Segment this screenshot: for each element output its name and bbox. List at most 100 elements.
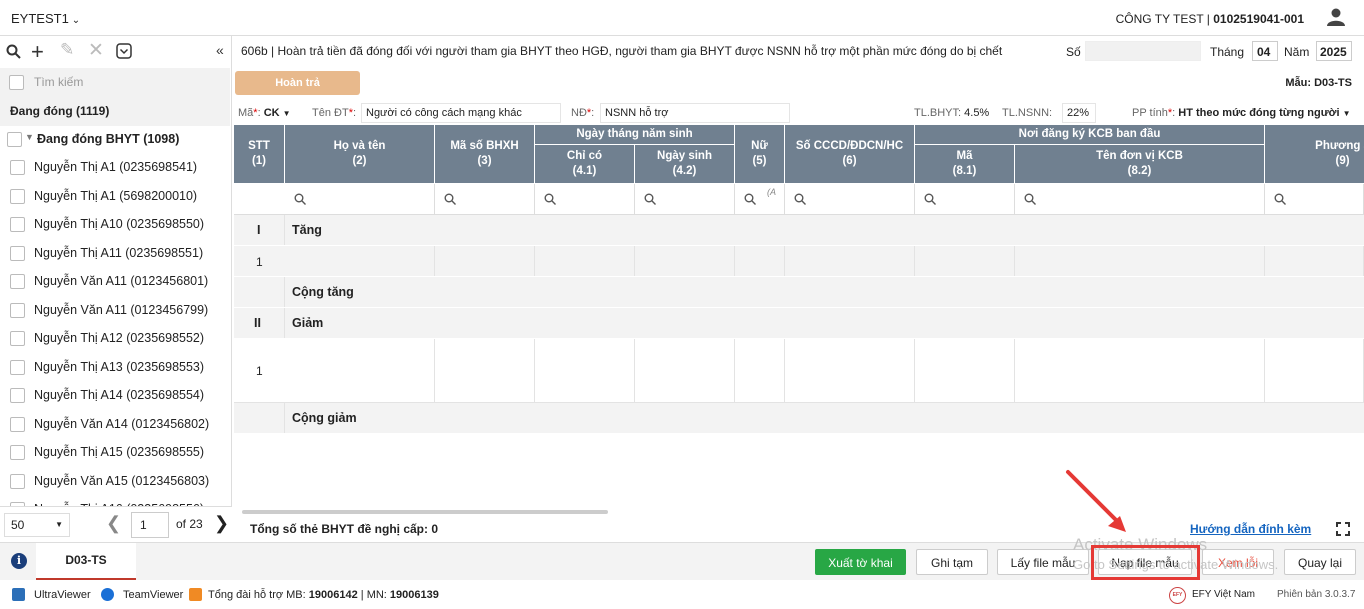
sidebar-item[interactable]: Nguyễn Văn A14 (0123456802) (0, 411, 230, 440)
item-checkbox[interactable] (10, 445, 25, 460)
column-filter-input[interactable] (435, 184, 535, 215)
info-icon[interactable]: i (11, 553, 27, 569)
item-checkbox[interactable] (10, 388, 25, 403)
caret-down-icon[interactable]: ▼ (25, 132, 34, 142)
item-checkbox[interactable] (10, 473, 25, 489)
sidebar-item[interactable]: Nguyễn Văn A11 (0123456799) (0, 297, 230, 326)
sidebar-item[interactable]: Nguyễn Thị A12 (0235698552) (0, 325, 230, 354)
table-cell[interactable] (435, 246, 535, 276)
table-cell[interactable] (435, 339, 535, 402)
item-checkbox[interactable] (10, 274, 25, 289)
item-checkbox[interactable] (10, 217, 25, 232)
sidebar-item[interactable]: Nguyễn Thị A14 (0235698554) (0, 382, 230, 411)
ma-value[interactable]: CK (264, 107, 280, 119)
nd-input[interactable]: NSNN hỗ trợ (600, 103, 790, 123)
account-switcher[interactable]: EYTEST1 ⌄ (11, 11, 80, 26)
nu-filter-select[interactable]: (A (767, 187, 776, 197)
nam-input[interactable]: 2025 (1316, 41, 1352, 61)
caret-down-icon[interactable]: ▼ (1343, 109, 1351, 118)
chevron-left-icon[interactable]: ❮ (106, 513, 121, 534)
sidebar-item[interactable]: Nguyễn Thị A10 (0235698550) (0, 211, 230, 240)
collapse-sidebar-icon[interactable]: « (216, 42, 224, 58)
horizontal-scrollbar[interactable] (242, 510, 608, 514)
ultraviewer-icon[interactable] (12, 588, 25, 601)
chevron-right-icon[interactable]: ❯ (214, 513, 229, 534)
caret-down-icon[interactable]: ▼ (283, 109, 291, 118)
item-checkbox[interactable] (10, 359, 25, 375)
table-cell[interactable] (785, 339, 915, 402)
item-checkbox[interactable] (10, 331, 25, 346)
group-checkbox[interactable] (7, 132, 22, 147)
sidebar-item[interactable]: Nguyễn Thị A13 (0235698553) (0, 354, 230, 383)
table-cell[interactable] (285, 246, 435, 276)
table-cell[interactable] (635, 246, 735, 276)
table-cell[interactable] (535, 339, 635, 402)
tab-d03-ts[interactable]: D03-TS (36, 543, 136, 580)
pptinh-value[interactable]: HT theo mức đóng từng người (1178, 107, 1339, 119)
user-icon[interactable] (1326, 7, 1346, 27)
column-filter-input[interactable] (635, 184, 735, 215)
guide-link[interactable]: Hướng dẫn đính kèm (1190, 522, 1311, 536)
sidebar-item-label: Nguyễn Văn A11 (0123456801) (34, 274, 209, 288)
table-cell[interactable] (1015, 246, 1265, 276)
sidebar-search[interactable]: Tìm kiếm (0, 68, 230, 98)
sidebar-item[interactable]: Nguyễn Thị A11 (0235698551) (0, 240, 230, 269)
column-filter-input[interactable]: (A (735, 184, 785, 215)
thang-input[interactable]: 04 (1252, 41, 1278, 61)
required-mark: * (348, 107, 353, 119)
sidebar-item[interactable]: Nguyễn Thị A16 (0235698556) (0, 496, 230, 506)
search-input[interactable]: Tìm kiếm (34, 75, 83, 89)
table-cell[interactable] (785, 246, 915, 276)
teamviewer-icon[interactable] (101, 588, 114, 601)
sidebar-item[interactable]: Nguyễn Thị A15 (0235698555) (0, 439, 230, 468)
table-cell[interactable] (535, 246, 635, 276)
table-cell[interactable] (1015, 339, 1265, 402)
table-cell[interactable] (1265, 246, 1364, 276)
top-bar: EYTEST1 ⌄ CÔNG TY TEST | 0102519041-001 (0, 0, 1364, 36)
group-header[interactable]: Đang đóng (1119) (0, 98, 230, 126)
item-checkbox[interactable] (10, 188, 25, 204)
so-input[interactable] (1085, 41, 1201, 61)
item-checkbox[interactable] (10, 302, 25, 318)
quay-lai-button[interactable]: Quay lại (1284, 549, 1356, 575)
teamviewer-link[interactable]: TeamViewer (123, 589, 183, 601)
sidebar-item[interactable]: Nguyễn Thị A1 (5698200010) (0, 183, 230, 212)
table-cell[interactable] (735, 246, 785, 276)
tlnsnn-input[interactable]: 22% (1062, 103, 1096, 123)
column-filter-input[interactable] (535, 184, 635, 215)
sidebar-item[interactable]: Nguyễn Văn A15 (0123456803) (0, 468, 230, 497)
col-nu-num: (5) (752, 155, 767, 167)
table-row[interactable]: 1 (234, 246, 1364, 277)
column-filter-input[interactable] (1015, 184, 1265, 215)
dropdown-menu-icon[interactable] (116, 43, 132, 59)
select-all-checkbox[interactable] (9, 75, 24, 90)
ghi-tam-button[interactable]: Ghi tạm (916, 549, 988, 575)
item-checkbox[interactable] (10, 160, 25, 175)
add-icon[interactable]: + (31, 39, 44, 65)
page-size-select[interactable]: 50 ▼ (4, 513, 70, 537)
column-filter-input[interactable] (915, 184, 1015, 215)
table-row[interactable]: 1 (234, 339, 1364, 403)
xuat-to-khai-button[interactable]: Xuất tờ khai (815, 549, 906, 575)
table-cell[interactable] (635, 339, 735, 402)
table-cell[interactable] (285, 339, 435, 402)
fullscreen-icon[interactable] (1336, 522, 1350, 536)
column-filter-input[interactable] (285, 184, 435, 215)
item-checkbox[interactable] (10, 245, 25, 261)
table-cell[interactable] (915, 339, 1015, 402)
ultraviewer-link[interactable]: UltraViewer (34, 589, 91, 601)
table-cell[interactable] (1265, 339, 1364, 402)
column-filter-input[interactable] (785, 184, 915, 215)
item-checkbox[interactable] (10, 416, 25, 432)
hoan-tra-button[interactable]: Hoàn trả (235, 71, 360, 95)
table-cell[interactable] (915, 246, 1015, 276)
sidebar-item[interactable]: Nguyễn Văn A11 (0123456801) (0, 268, 230, 297)
tree-group-bhyt[interactable]: ▼ Đang đóng BHYT (1098) (0, 126, 230, 155)
page-input[interactable]: 1 (131, 512, 169, 538)
tendt-input[interactable]: Người có công cách mạng khác (361, 103, 561, 123)
sidebar-item[interactable]: Nguyễn Thị A1 (0235698541) (0, 154, 230, 183)
page-total: of 23 (176, 517, 203, 531)
column-filter-input[interactable] (1265, 184, 1364, 215)
table-cell[interactable] (735, 339, 785, 402)
search-icon[interactable] (6, 44, 21, 59)
